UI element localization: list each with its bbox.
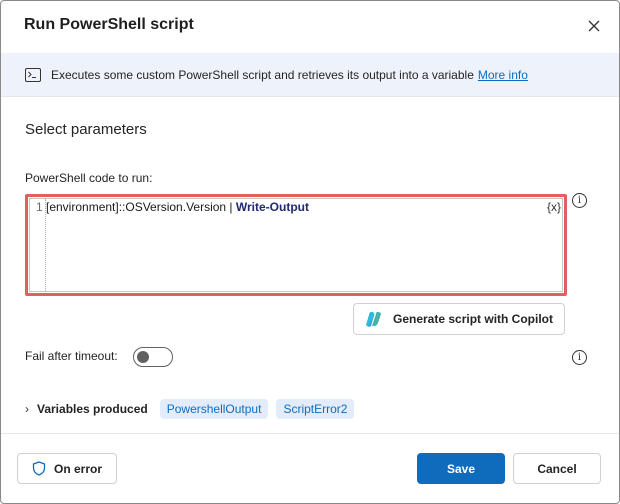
powershell-code-editor[interactable]: 1 [environment]::OSVersion.Version | Wri… <box>29 198 563 292</box>
close-button[interactable] <box>583 15 605 37</box>
variables-produced-label[interactable]: Variables produced <box>37 402 148 416</box>
section-title: Select parameters <box>25 121 147 138</box>
generate-script-copilot-button[interactable]: Generate script with Copilot <box>353 303 565 335</box>
terminal-icon <box>25 67 41 82</box>
info-icon[interactable]: i <box>572 193 587 208</box>
code-text: [environment]::OSVersion.Version | <box>46 200 236 214</box>
fail-after-timeout-label: Fail after timeout: <box>25 349 118 363</box>
line-number: 1 <box>36 200 43 214</box>
fail-after-timeout-toggle[interactable] <box>133 347 173 367</box>
code-line: [environment]::OSVersion.Version | Write… <box>46 200 309 214</box>
on-error-button[interactable]: On error <box>17 453 117 484</box>
info-description: Executes some custom PowerShell script a… <box>51 67 474 82</box>
copilot-icon <box>365 312 381 327</box>
code-keyword: Write-Output <box>235 200 309 214</box>
close-icon <box>588 20 600 32</box>
toggle-knob <box>137 351 149 363</box>
insert-variable-button[interactable]: {x} <box>547 200 561 214</box>
variable-chip-powershell-output[interactable]: PowershellOutput <box>159 399 269 419</box>
variable-chip-script-error[interactable]: ScriptError2 <box>276 399 355 419</box>
on-error-label: On error <box>53 461 102 476</box>
shield-icon <box>32 461 46 476</box>
info-bar: Executes some custom PowerShell script a… <box>1 53 619 97</box>
footer-divider <box>1 433 619 434</box>
variables-produced-row: › Variables produced PowershellOutput Sc… <box>25 399 362 419</box>
chevron-right-icon[interactable]: › <box>25 402 29 416</box>
cancel-button[interactable]: Cancel <box>513 453 601 484</box>
run-powershell-dialog: Run PowerShell script Executes some cust… <box>0 0 620 504</box>
dialog-title: Run PowerShell script <box>24 16 194 33</box>
copilot-button-label: Generate script with Copilot <box>392 312 554 326</box>
more-info-link[interactable]: More info <box>478 68 528 82</box>
code-editor-highlight: 1 [environment]::OSVersion.Version | Wri… <box>25 194 567 296</box>
save-button[interactable]: Save <box>417 453 505 484</box>
powershell-code-label: PowerShell code to run: <box>25 171 153 185</box>
timeout-info-icon[interactable]: i <box>572 350 587 365</box>
